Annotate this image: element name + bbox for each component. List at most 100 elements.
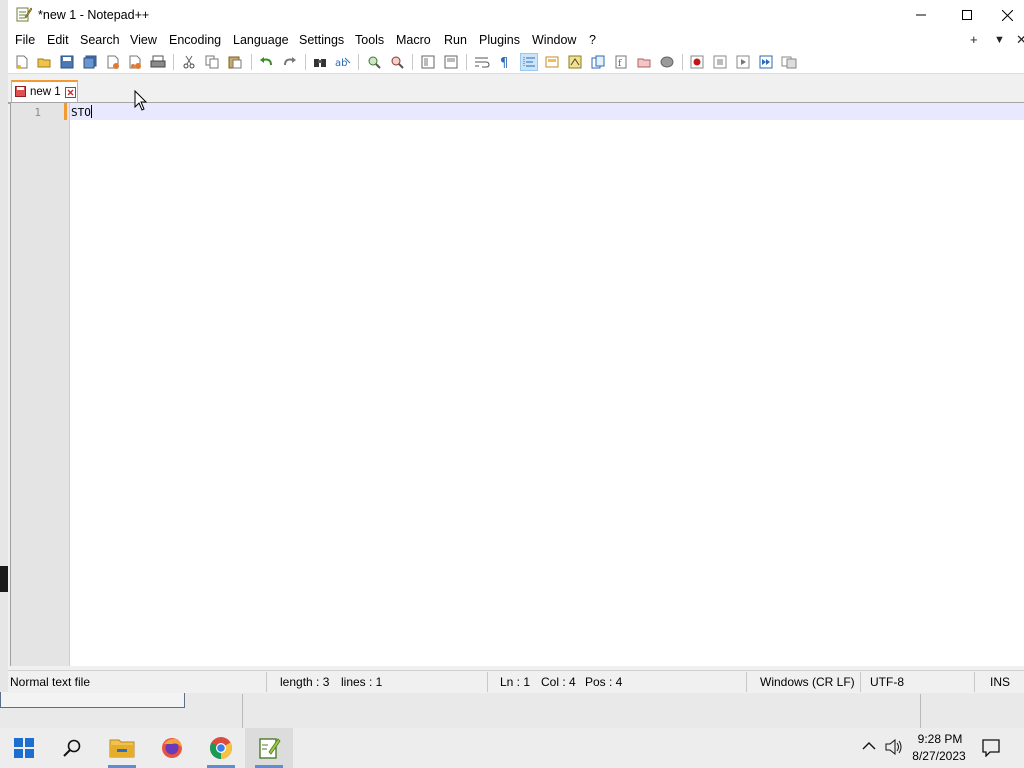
close-window-button[interactable] bbox=[990, 0, 1024, 30]
undo-icon[interactable] bbox=[257, 53, 275, 71]
taskbar-file-explorer[interactable] bbox=[98, 728, 146, 768]
taskbar-chrome[interactable] bbox=[197, 728, 245, 768]
status-bar: Normal text file length : 3 lines : 1 Ln… bbox=[8, 670, 1024, 693]
menu-help[interactable]: ? bbox=[589, 33, 596, 47]
toolbar-separator bbox=[173, 54, 174, 70]
status-separator bbox=[746, 672, 747, 692]
menu-language[interactable]: Language bbox=[233, 33, 289, 47]
save-all-icon[interactable] bbox=[81, 53, 99, 71]
status-separator bbox=[266, 672, 267, 692]
toolbar-separator bbox=[305, 54, 306, 70]
maximize-button[interactable] bbox=[944, 0, 990, 30]
toolbar-separator bbox=[251, 54, 252, 70]
minimize-icon bbox=[916, 14, 926, 16]
menu-run[interactable]: Run bbox=[444, 33, 467, 47]
tab-new-1[interactable]: new 1 bbox=[11, 80, 78, 102]
find-icon[interactable] bbox=[311, 53, 329, 71]
cut-icon[interactable] bbox=[180, 53, 198, 71]
window-title: *new 1 - Notepad++ bbox=[38, 8, 150, 22]
close-doc-icon[interactable]: ✕ bbox=[1016, 32, 1024, 48]
volume-icon[interactable] bbox=[885, 739, 903, 755]
paste-icon[interactable] bbox=[226, 53, 244, 71]
redo-icon[interactable] bbox=[281, 53, 299, 71]
folder-icon[interactable] bbox=[635, 53, 653, 71]
line-number-gutter: 1 bbox=[11, 103, 70, 666]
clock-time[interactable]: 9:28 PM bbox=[912, 732, 968, 746]
toolbar-separator bbox=[466, 54, 467, 70]
copy-icon[interactable] bbox=[203, 53, 221, 71]
taskbar-notepad-plus-plus[interactable] bbox=[245, 728, 293, 768]
doc-map-icon[interactable] bbox=[566, 53, 584, 71]
stop-macro-icon[interactable] bbox=[711, 53, 729, 71]
close-all-icon[interactable] bbox=[126, 53, 144, 71]
menu-tools[interactable]: Tools bbox=[355, 33, 384, 47]
text-caret bbox=[90, 105, 92, 118]
clock-date[interactable]: 8/27/2023 bbox=[907, 749, 971, 763]
menu-settings[interactable]: Settings bbox=[299, 33, 344, 47]
function-list-icon[interactable] bbox=[589, 53, 607, 71]
change-history-marker bbox=[64, 103, 67, 120]
menu-plugins[interactable]: Plugins bbox=[479, 33, 520, 47]
print-icon[interactable] bbox=[149, 53, 167, 71]
tab-list-dropdown-icon[interactable]: ▼ bbox=[994, 34, 1005, 46]
taskbar-firefox[interactable] bbox=[148, 728, 196, 768]
play-macro-icon[interactable] bbox=[734, 53, 752, 71]
title-bar: *new 1 - Notepad++ bbox=[8, 0, 1024, 30]
record-macro-icon[interactable] bbox=[688, 53, 706, 71]
notepad-plus-plus-icon bbox=[259, 738, 281, 759]
desktop-window-fragment bbox=[0, 692, 185, 708]
menu-window[interactable]: Window bbox=[532, 33, 576, 47]
close-icon bbox=[1001, 9, 1013, 21]
show-all-chars-icon[interactable]: ¶ bbox=[496, 53, 514, 71]
menu-file[interactable]: File bbox=[15, 33, 35, 47]
status-eol[interactable]: Windows (CR LF) bbox=[760, 675, 855, 689]
new-tab-plus-icon[interactable]: + bbox=[970, 32, 978, 47]
status-length: length : 3 bbox=[280, 675, 330, 689]
status-col: Col : 4 bbox=[541, 675, 576, 689]
indent-guide-icon[interactable] bbox=[520, 53, 538, 71]
toolbar: ab ¶ f bbox=[8, 51, 1024, 74]
open-file-icon[interactable] bbox=[35, 53, 53, 71]
status-lines: lines : 1 bbox=[341, 675, 383, 689]
status-encoding[interactable]: UTF-8 bbox=[870, 675, 904, 689]
minimize-button[interactable] bbox=[898, 0, 944, 30]
notification-icon[interactable] bbox=[982, 739, 1000, 757]
status-pos: Pos : 4 bbox=[585, 675, 623, 689]
tab-close-icon[interactable] bbox=[65, 87, 76, 98]
maximize-icon bbox=[962, 10, 972, 20]
toolbar-separator bbox=[412, 54, 413, 70]
firefox-icon bbox=[162, 738, 182, 758]
editor-text: STO bbox=[71, 106, 91, 119]
file-explorer-icon bbox=[109, 739, 135, 758]
save-icon[interactable] bbox=[58, 53, 76, 71]
text-editor[interactable]: 1 STO bbox=[10, 103, 1024, 666]
zoom-in-icon[interactable] bbox=[365, 53, 383, 71]
folder-workspace-icon[interactable]: f bbox=[612, 53, 630, 71]
menu-bar: File Edit Search View Encoding Language … bbox=[8, 30, 1024, 51]
sync-horizontal-icon[interactable] bbox=[442, 53, 460, 71]
status-separator bbox=[974, 672, 975, 692]
save-macro-icon[interactable] bbox=[780, 53, 798, 71]
chevron-up-icon[interactable] bbox=[862, 741, 876, 751]
sync-vertical-icon[interactable] bbox=[419, 53, 437, 71]
menu-search[interactable]: Search bbox=[80, 33, 120, 47]
new-file-icon[interactable] bbox=[13, 53, 31, 71]
run-macro-multiple-icon[interactable] bbox=[757, 53, 775, 71]
zoom-out-icon[interactable] bbox=[388, 53, 406, 71]
menu-macro[interactable]: Macro bbox=[396, 33, 431, 47]
monitoring-icon[interactable] bbox=[658, 53, 676, 71]
menu-edit[interactable]: Edit bbox=[47, 33, 69, 47]
taskbar-search-button[interactable] bbox=[48, 728, 96, 768]
udl-icon[interactable] bbox=[543, 53, 561, 71]
status-insert-mode[interactable]: INS bbox=[990, 675, 1010, 689]
start-button[interactable] bbox=[0, 728, 48, 768]
toolbar-separator bbox=[358, 54, 359, 70]
word-wrap-icon[interactable] bbox=[473, 53, 491, 71]
search-icon bbox=[63, 739, 81, 757]
close-file-icon[interactable] bbox=[104, 53, 122, 71]
editor-line-1[interactable]: STO bbox=[71, 105, 92, 119]
menu-view[interactable]: View bbox=[130, 33, 157, 47]
menu-encoding[interactable]: Encoding bbox=[169, 33, 221, 47]
replace-icon[interactable]: ab bbox=[334, 53, 352, 71]
start-icon bbox=[14, 738, 34, 758]
